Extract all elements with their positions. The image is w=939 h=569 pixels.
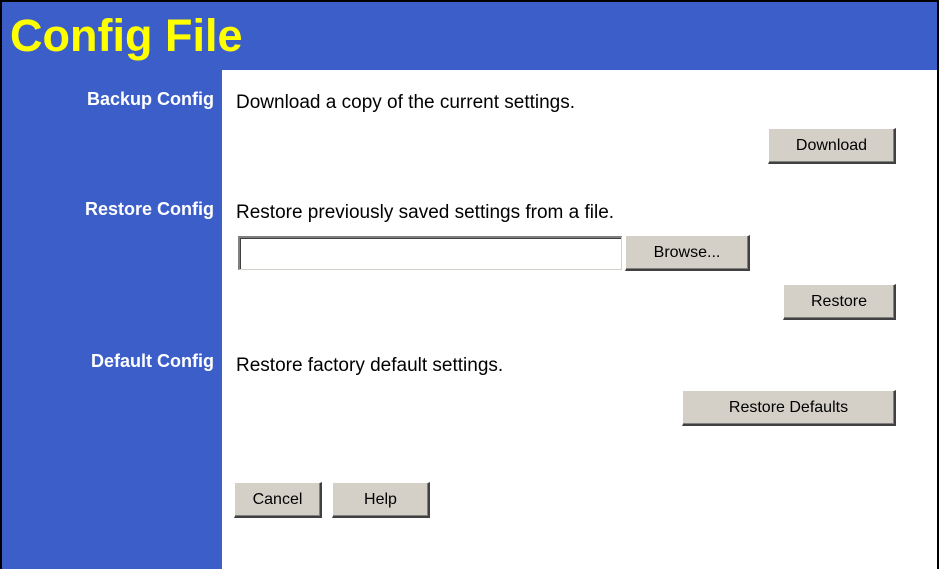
cancel-button[interactable]: Cancel: [234, 482, 322, 518]
page-header: Config File: [2, 2, 937, 70]
sidebar: Backup Config Restore Config Default Con…: [2, 70, 222, 569]
restore-button[interactable]: Restore: [783, 284, 896, 320]
restore-config-description: Restore previously saved settings from a…: [236, 202, 615, 223]
restore-file-path-input[interactable]: [238, 236, 622, 270]
default-config-label: Default Config: [91, 351, 214, 371]
default-config-description: Restore factory default settings.: [236, 355, 504, 376]
backup-config-label: Backup Config: [86, 89, 214, 109]
download-button[interactable]: Download: [768, 128, 896, 164]
page-title: Config File: [10, 10, 243, 61]
restore-config-label: Restore Config: [84, 199, 214, 219]
restore-defaults-button[interactable]: Restore Defaults: [682, 390, 896, 426]
help-button[interactable]: Help: [332, 482, 430, 518]
backup-config-description: Download a copy of the current settings.: [236, 92, 576, 113]
browse-button[interactable]: Browse...: [625, 235, 750, 271]
config-file-page: Config File Backup Config Restore Config…: [0, 0, 939, 569]
